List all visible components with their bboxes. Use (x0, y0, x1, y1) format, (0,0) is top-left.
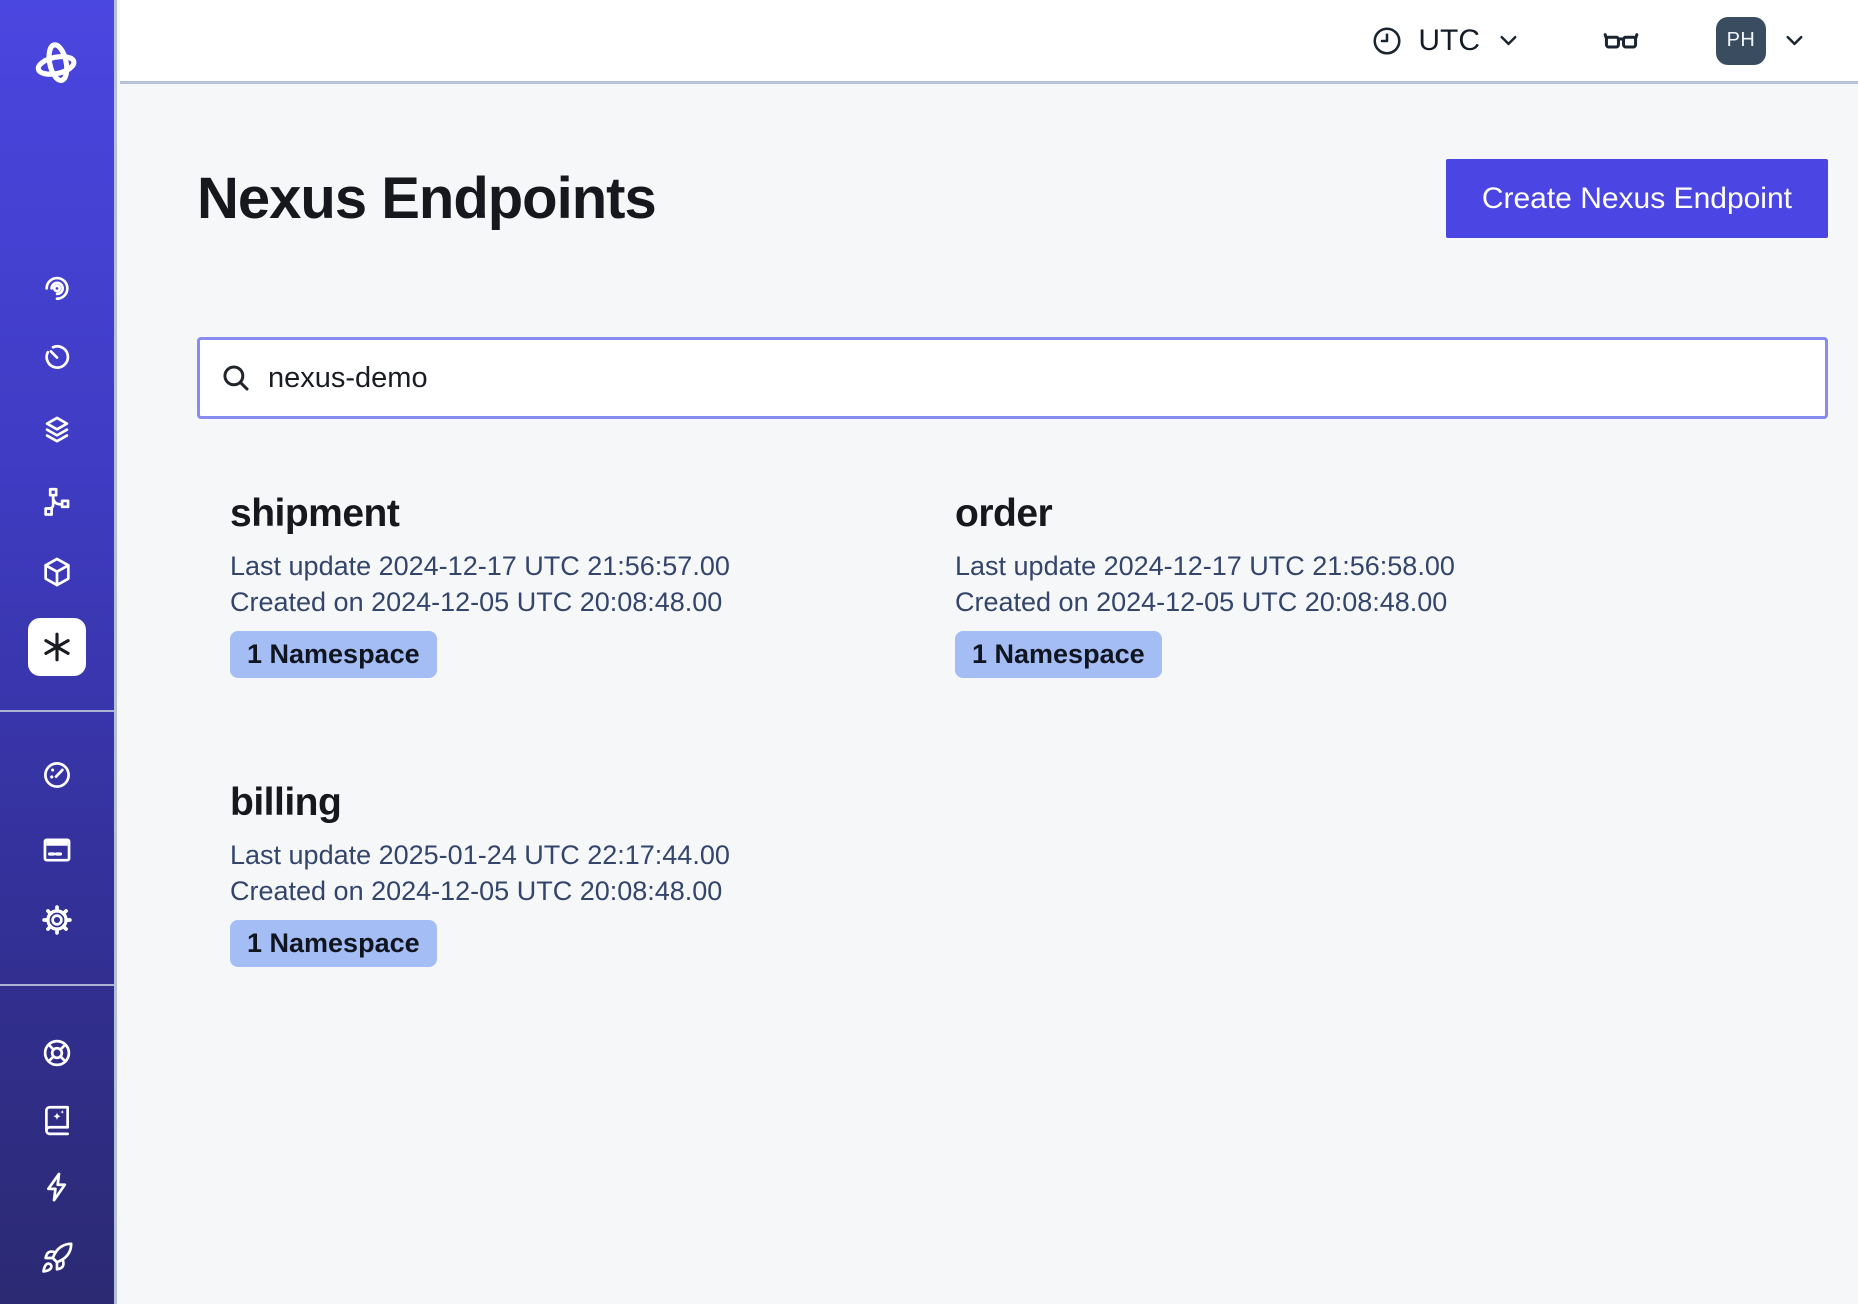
temporal-logo-icon (29, 36, 85, 92)
search-input[interactable] (197, 337, 1828, 419)
top-bar: UTC PH (120, 0, 1858, 84)
asterisk-icon (39, 629, 75, 665)
gear-icon (40, 903, 74, 937)
chevron-down-icon (1495, 27, 1522, 54)
cube-icon (40, 555, 74, 589)
endpoint-name[interactable]: shipment (230, 488, 922, 540)
timezone-label: UTC (1418, 24, 1480, 58)
account-menu[interactable]: PH (1716, 17, 1808, 65)
glasses-icon (1602, 22, 1640, 60)
layers-icon (40, 413, 74, 447)
timezone-selector[interactable]: UTC (1371, 24, 1522, 58)
endpoint-created: Created on 2024-12-05 UTC 20:08:48.00 (230, 584, 922, 620)
endpoint-card-billing[interactable]: billing Last update 2025-01-24 UTC 22:17… (197, 777, 922, 967)
branch-icon (40, 485, 74, 519)
page-title: Nexus Endpoints (197, 165, 656, 232)
sidebar-item-spiral[interactable] (31, 261, 83, 313)
main-content: Nexus Endpoints Create Nexus Endpoint sh… (120, 87, 1858, 1304)
sidebar-item-timer[interactable] (31, 331, 83, 383)
sidebar-item-cube[interactable] (31, 546, 83, 598)
search-icon (219, 361, 253, 395)
namespace-badge: 1 Namespace (230, 631, 437, 678)
sidebar (0, 0, 117, 1304)
sidebar-divider (0, 710, 114, 712)
logo[interactable] (29, 36, 85, 92)
endpoint-card-shipment[interactable]: shipment Last update 2024-12-17 UTC 21:5… (197, 488, 922, 678)
sidebar-item-lightning[interactable] (31, 1161, 83, 1213)
lifebuoy-icon (40, 1036, 74, 1070)
sidebar-item-gear[interactable] (31, 894, 83, 946)
sidebar-item-layers[interactable] (31, 404, 83, 456)
sidebar-divider (0, 984, 114, 986)
gauge-icon (40, 758, 74, 792)
timer-icon (40, 340, 74, 374)
rocket-icon (40, 1241, 74, 1275)
endpoint-created: Created on 2024-12-05 UTC 20:08:48.00 (955, 584, 1828, 620)
namespace-badge: 1 Namespace (230, 920, 437, 967)
chevron-down-icon (1781, 27, 1808, 54)
book-sparkle-icon (40, 1103, 74, 1137)
endpoint-card-order[interactable]: order Last update 2024-12-17 UTC 21:56:5… (922, 488, 1828, 678)
endpoint-name[interactable]: order (955, 488, 1828, 540)
create-nexus-endpoint-button[interactable]: Create Nexus Endpoint (1446, 159, 1828, 238)
sidebar-item-browser-card[interactable] (31, 824, 83, 876)
sidebar-item-lifebuoy[interactable] (31, 1027, 83, 1079)
namespace-badge: 1 Namespace (955, 631, 1162, 678)
sidebar-item-gauge[interactable] (31, 749, 83, 801)
sidebar-item-book-sparkle[interactable] (31, 1094, 83, 1146)
sidebar-item-branch[interactable] (31, 476, 83, 528)
sidebar-item-asterisk-selected[interactable] (28, 618, 86, 676)
endpoint-last-update: Last update 2024-12-17 UTC 21:56:58.00 (955, 548, 1828, 584)
endpoint-last-update: Last update 2024-12-17 UTC 21:56:57.00 (230, 548, 922, 584)
endpoint-name[interactable]: billing (230, 777, 922, 829)
sidebar-item-rocket[interactable] (31, 1232, 83, 1284)
avatar[interactable]: PH (1716, 17, 1766, 65)
clock-icon (1371, 25, 1403, 57)
lightning-icon (40, 1170, 74, 1204)
endpoint-list: shipment Last update 2024-12-17 UTC 21:5… (197, 488, 1828, 967)
browser-card-icon (40, 833, 74, 867)
endpoint-last-update: Last update 2025-01-24 UTC 22:17:44.00 (230, 837, 922, 873)
endpoint-created: Created on 2024-12-05 UTC 20:08:48.00 (230, 873, 922, 909)
labs-mode-button[interactable] (1602, 22, 1640, 60)
spiral-icon (40, 270, 74, 304)
